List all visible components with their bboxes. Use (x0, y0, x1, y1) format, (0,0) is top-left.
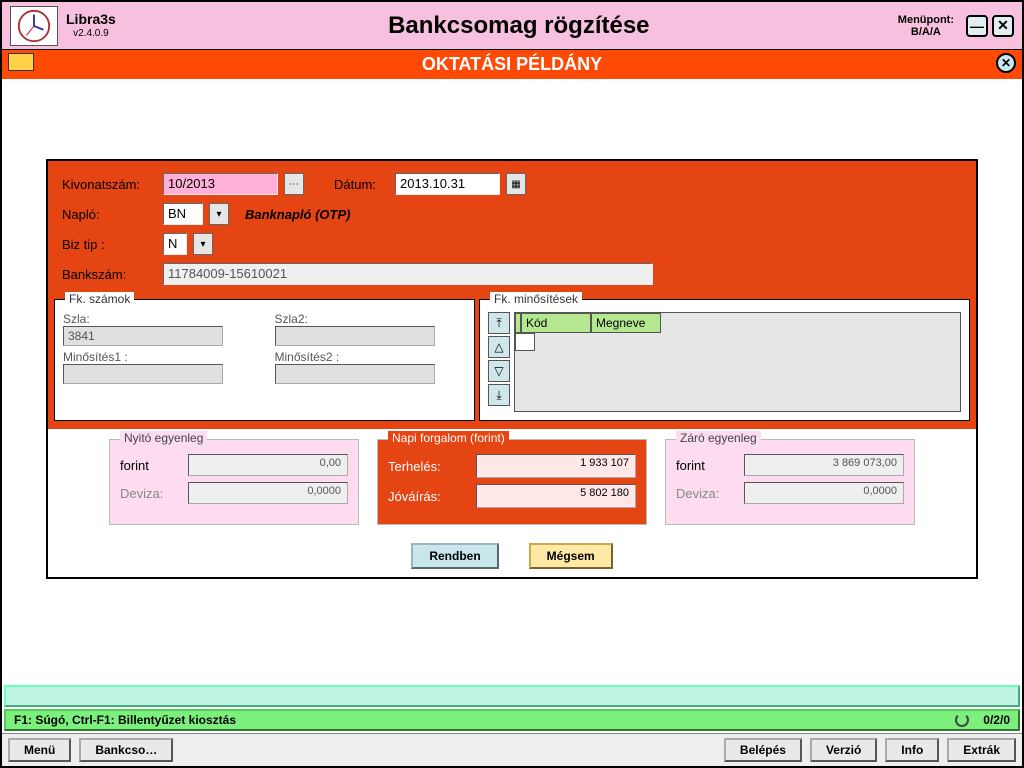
record-counter: 0/2/0 (983, 713, 1010, 727)
zaro-forint-value: 3 869 073,00 (744, 454, 904, 476)
zaro-legend: Záró egyenleg (676, 431, 761, 445)
jovairas-value[interactable]: 5 802 180 (476, 484, 636, 508)
top-form: Kivonatszám: 10/2013 ⋯ Dátum: 2013.10.31… (48, 161, 976, 299)
min1-field[interactable] (63, 364, 223, 384)
clock-icon (10, 6, 58, 46)
fk-minositesek-panel: Fk. minősítések ⤒ △ ▽ ⤓ Kód Megneve (479, 299, 970, 421)
naplo-dropdown-button[interactable]: ▾ (209, 203, 229, 225)
nyito-deviza-label: Deviza: (120, 486, 163, 501)
naplo-select[interactable]: BN (163, 203, 203, 225)
zaro-deviza-value: 0,0000 (744, 482, 904, 504)
menu-label: Menüpont: (898, 14, 954, 26)
app-name: Libra3s (66, 11, 116, 28)
bottom-toolbar: Menü Bankcso… Belépés Verzió Info Extrák (2, 733, 1022, 766)
zaro-deviza-label: Deviza: (676, 486, 719, 501)
zaro-forint-label: forint (676, 458, 705, 473)
panels-row: Fk. számok Szla: 3841 Szla2: Minősítés1 … (48, 299, 976, 429)
nav-top-button[interactable]: ⤒ (488, 312, 510, 334)
kivonat-picker-button[interactable]: ⋯ (284, 173, 304, 195)
nyito-box: Nyitó egyenleg forint 0,00 Deviza: 0,000… (109, 439, 359, 525)
szla-field[interactable]: 3841 (63, 326, 223, 346)
minimize-button[interactable]: — (966, 15, 988, 37)
nyito-deviza-value: 0,0000 (188, 482, 348, 504)
app-version: v2.4.0.9 (66, 28, 116, 40)
szla2-label: Szla2: (275, 312, 467, 326)
info-button[interactable]: Info (885, 738, 939, 762)
extrak-button[interactable]: Extrák (947, 738, 1016, 762)
fk-min-table[interactable]: Kód Megneve (514, 312, 961, 412)
form-shell: Kivonatszám: 10/2013 ⋯ Dátum: 2013.10.31… (46, 159, 978, 579)
cancel-button[interactable]: Mégsem (529, 543, 613, 569)
datum-input[interactable]: 2013.10.31 (395, 173, 500, 195)
fk-szamok-legend: Fk. számok (65, 292, 134, 306)
training-banner: OKTATÁSI PÉLDÁNY ✕ (2, 50, 1022, 79)
nyito-legend: Nyitó egyenleg (120, 431, 207, 445)
jovairas-label: Jóváírás: (388, 489, 441, 504)
status-bar: F1: Súgó, Ctrl-F1: Billentyűzet kiosztás… (4, 709, 1020, 731)
bankszam-field: 11784009-15610021 (163, 263, 653, 285)
naplo-desc: Banknapló (OTP) (245, 207, 350, 222)
page-title: Bankcsomag rögzítése (140, 12, 898, 40)
menu-code: B/A/A (898, 26, 954, 38)
min1-label: Minősítés1 : (63, 350, 255, 364)
terheles-label: Terhelés: (388, 459, 441, 474)
min2-label: Minősítés2 : (275, 350, 467, 364)
biztip-label: Biz tip : (62, 237, 157, 252)
table-row[interactable] (515, 333, 535, 351)
fk-min-legend: Fk. minősítések (490, 292, 582, 306)
menu-button[interactable]: Menü (8, 738, 71, 762)
nav-down-button[interactable]: ▽ (488, 360, 510, 382)
banner-text: OKTATÁSI PÉLDÁNY (422, 54, 602, 74)
napi-legend: Napi forgalom (forint) (388, 431, 509, 445)
kivonat-label: Kivonatszám: (62, 177, 157, 192)
main-area: Kivonatszám: 10/2013 ⋯ Dátum: 2013.10.31… (2, 79, 1022, 685)
kivonat-input[interactable]: 10/2013 (163, 173, 278, 195)
napi-box: Napi forgalom (forint) Terhelés: 1 933 1… (377, 439, 647, 525)
ok-button[interactable]: Rendben (411, 543, 498, 569)
app-header: Libra3s v2.4.0.9 Bankcsomag rögzítése Me… (2, 2, 1022, 50)
datum-label: Dátum: (334, 177, 389, 192)
app-title-block: Libra3s v2.4.0.9 (66, 11, 116, 40)
calendar-button[interactable]: ▦ (506, 173, 526, 195)
naplo-label: Napló: (62, 207, 157, 222)
nav-bottom-button[interactable]: ⤓ (488, 384, 510, 406)
col-megnev[interactable]: Megneve (591, 313, 661, 333)
szla2-field[interactable] (275, 326, 435, 346)
nav-up-button[interactable]: △ (488, 336, 510, 358)
biztip-select[interactable]: N (163, 233, 187, 255)
szla-label: Szla: (63, 312, 255, 326)
col-kod[interactable]: Kód (521, 313, 591, 333)
bankcso-button[interactable]: Bankcso… (79, 738, 173, 762)
biztip-dropdown-button[interactable]: ▾ (193, 233, 213, 255)
close-button[interactable]: ✕ (992, 15, 1014, 37)
balances-row: Nyitó egyenleg forint 0,00 Deviza: 0,000… (48, 429, 976, 535)
fk-szamok-panel: Fk. számok Szla: 3841 Szla2: Minősítés1 … (54, 299, 475, 421)
spinner-icon (955, 713, 969, 727)
nyito-forint-label: forint (120, 458, 149, 473)
envelope-icon[interactable] (8, 53, 34, 71)
min2-field[interactable] (275, 364, 435, 384)
cyan-strip (4, 685, 1020, 707)
belepes-button[interactable]: Belépés (724, 738, 802, 762)
menu-code-block: Menüpont: B/A/A (898, 14, 954, 38)
verzio-button[interactable]: Verzió (810, 738, 877, 762)
terheles-value[interactable]: 1 933 107 (476, 454, 636, 478)
action-button-row: Rendben Mégsem (48, 535, 976, 577)
banner-close-button[interactable]: ✕ (996, 53, 1016, 73)
nyito-forint-value: 0,00 (188, 454, 348, 476)
bankszam-label: Bankszám: (62, 267, 157, 282)
nav-column: ⤒ △ ▽ ⤓ (488, 312, 510, 412)
help-hint: F1: Súgó, Ctrl-F1: Billentyűzet kiosztás (14, 713, 236, 727)
zaro-box: Záró egyenleg forint 3 869 073,00 Deviza… (665, 439, 915, 525)
